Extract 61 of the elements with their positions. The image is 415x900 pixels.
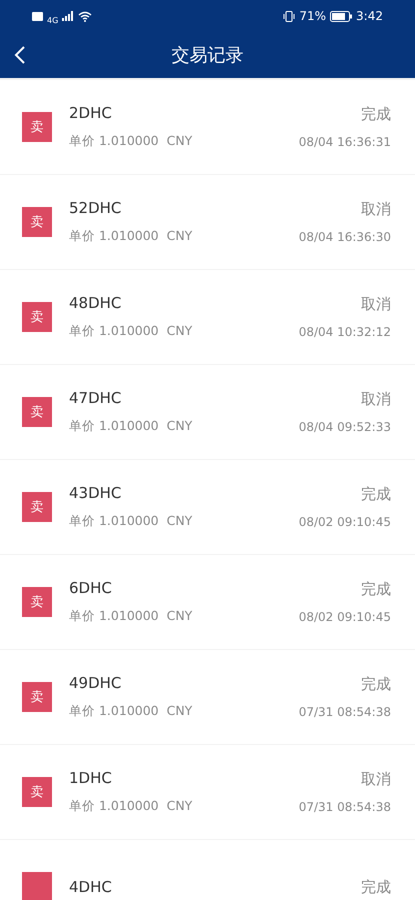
record-card[interactable]: 卖 47DHC 单价 1.010000 CNY 取消 08/04 09:52:33 — [0, 365, 415, 459]
amount: 6DHC — [69, 579, 113, 597]
sell-badge: 卖 — [22, 682, 52, 712]
amount: 47DHC — [69, 389, 122, 407]
battery-percent: 71% — [299, 9, 326, 23]
status-text: 完成 — [361, 878, 391, 896]
sell-badge: 卖 — [22, 112, 52, 142]
back-icon[interactable] — [14, 45, 26, 65]
page-title: 交易记录 — [172, 44, 244, 67]
record-card[interactable]: 4DHC 完成 — [0, 840, 415, 900]
sell-badge: 卖 — [22, 587, 52, 617]
unit-price: 单价 1.010000 CNY — [69, 608, 194, 625]
amount: 1DHC — [69, 769, 113, 787]
unit-price: 单价 1.010000 CNY — [69, 418, 194, 435]
status-text: 取消 — [361, 770, 391, 789]
amount: 49DHC — [69, 674, 122, 692]
amount: 52DHC — [69, 199, 122, 217]
unit-price: 单价 1.010000 CNY — [69, 703, 194, 720]
status-text: 取消 — [361, 295, 391, 314]
timestamp: 08/04 16:36:30 — [298, 230, 391, 244]
record-card[interactable]: 卖 49DHC 单价 1.010000 CNY 完成 07/31 08:54:38 — [0, 650, 415, 744]
status-text: 完成 — [361, 675, 391, 694]
unit-price: 单价 1.010000 CNY — [69, 133, 194, 150]
timestamp: 07/31 08:54:38 — [298, 800, 391, 814]
record-card[interactable]: 卖 1DHC 单价 1.010000 CNY 取消 07/31 08:54:38 — [0, 745, 415, 839]
status-text: 取消 — [361, 390, 391, 409]
unit-price: 单价 1.010000 CNY — [69, 513, 194, 530]
unit-price: 单价 1.010000 CNY — [69, 323, 194, 340]
badge — [22, 872, 52, 900]
status-text: 完成 — [361, 485, 391, 504]
record-card[interactable]: 卖 48DHC 单价 1.010000 CNY 取消 08/04 10:32:12 — [0, 270, 415, 364]
status-text: 取消 — [361, 200, 391, 219]
clock: 3:42 — [356, 9, 383, 23]
record-card[interactable]: 卖 43DHC 单价 1.010000 CNY 完成 08/02 09:10:45 — [0, 460, 415, 554]
timestamp: 08/04 09:52:33 — [298, 420, 391, 434]
sell-badge: 卖 — [22, 777, 52, 807]
timestamp: 08/02 09:10:45 — [298, 610, 391, 624]
battery-icon — [330, 10, 352, 22]
amount: 4DHC — [69, 878, 113, 896]
amount: 48DHC — [69, 294, 122, 312]
status-text: 完成 — [361, 105, 391, 124]
unit-price: 单价 1.010000 CNY — [69, 228, 194, 245]
amount: 2DHC — [69, 104, 113, 122]
network-type: 4G — [47, 16, 58, 24]
vibrate-icon — [283, 10, 296, 22]
timestamp: 07/31 08:54:38 — [298, 705, 391, 719]
timestamp: 08/04 10:32:12 — [298, 325, 391, 339]
sell-badge: 卖 — [22, 207, 52, 237]
amount: 43DHC — [69, 484, 122, 502]
timestamp: 08/02 09:10:45 — [298, 515, 391, 529]
sell-badge: 卖 — [22, 492, 52, 522]
unit-price: 单价 1.010000 CNY — [69, 798, 194, 815]
sell-badge: 卖 — [22, 397, 52, 427]
status-text: 完成 — [361, 580, 391, 599]
record-card[interactable]: 卖 2DHC 单价 1.010000 CNY 完成 08/04 16:36:31 — [0, 80, 415, 174]
record-card[interactable]: 卖 52DHC 单价 1.010000 CNY 取消 08/04 16:36:30 — [0, 175, 415, 269]
sell-badge: 卖 — [22, 302, 52, 332]
wifi-icon — [78, 10, 92, 22]
timestamp: 08/04 16:36:31 — [298, 135, 391, 149]
signal-icon — [62, 11, 74, 21]
record-card[interactable]: 卖 6DHC 单价 1.010000 CNY 完成 08/02 09:10:45 — [0, 555, 415, 649]
